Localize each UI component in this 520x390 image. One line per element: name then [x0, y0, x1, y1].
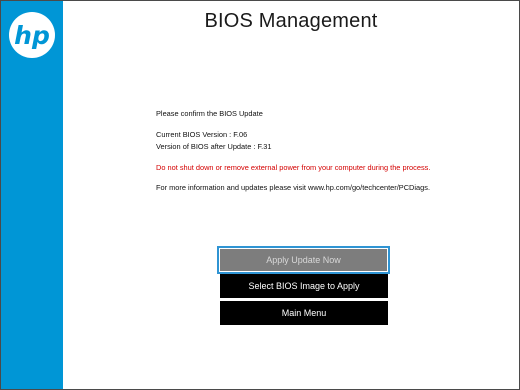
info-text: For more information and updates please … [156, 183, 430, 192]
bios-screen: hp BIOS Management Please confirm the BI… [0, 0, 520, 390]
warning-text: Do not shut down or remove external powe… [156, 163, 431, 172]
page-title: BIOS Management [204, 10, 378, 32]
main-menu-button[interactable]: Main Menu [220, 301, 388, 325]
after-version-text: Version of BIOS after Update : F.31 [156, 142, 272, 151]
hp-logo: hp [9, 12, 55, 58]
current-version-text: Current BIOS Version : F.06 [156, 130, 248, 139]
select-bios-image-button[interactable]: Select BIOS Image to Apply [220, 274, 388, 298]
confirm-text: Please confirm the BIOS Update [156, 109, 263, 118]
brand-sidebar: hp [1, 1, 63, 389]
apply-update-button[interactable]: Apply Update Now [217, 246, 390, 274]
hp-logo-text: hp [14, 21, 50, 50]
